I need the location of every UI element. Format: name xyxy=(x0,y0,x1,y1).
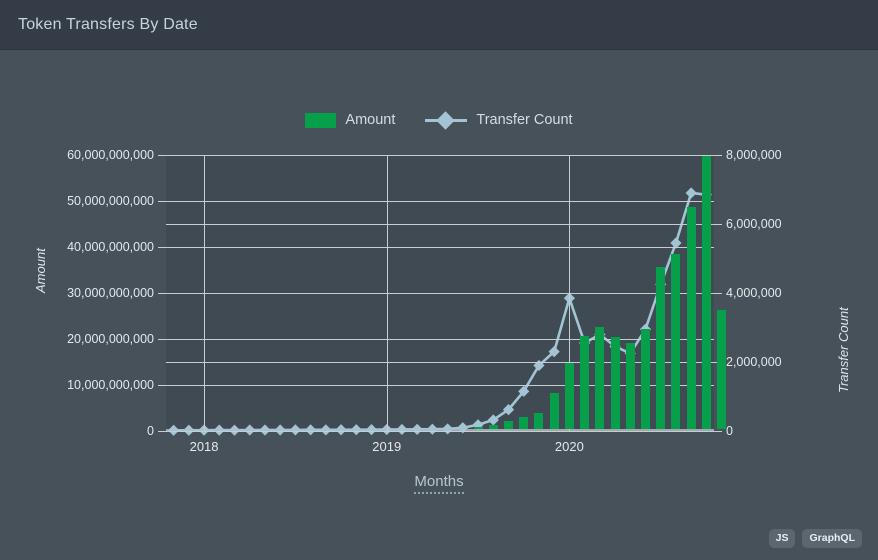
bar[interactable] xyxy=(534,412,544,429)
line-marker[interactable] xyxy=(685,187,697,199)
chart-page: Token Transfers By Date Amount Transfer … xyxy=(0,0,878,560)
y-axis-tick-left xyxy=(158,201,166,202)
bar[interactable] xyxy=(488,424,498,429)
bar[interactable] xyxy=(717,310,727,429)
legend-label-transfer-count: Transfer Count xyxy=(476,112,573,128)
y-axis-tick-right xyxy=(714,155,722,156)
line-marker[interactable] xyxy=(305,424,317,436)
bar[interactable] xyxy=(473,427,483,429)
y-axis-tick-left xyxy=(158,431,166,432)
badge-graphql[interactable]: GraphQL xyxy=(802,529,862,548)
bar[interactable] xyxy=(610,336,620,429)
y-axis-title-right: Transfer Count xyxy=(836,307,851,393)
bar[interactable] xyxy=(595,327,605,429)
gridline xyxy=(166,224,722,225)
bar[interactable] xyxy=(641,329,650,429)
line-marker[interactable] xyxy=(442,423,454,435)
x-axis-label: 2019 xyxy=(372,439,402,454)
y-axis-tick-left xyxy=(158,247,166,248)
y-axis-label-left: 60,000,000,000 xyxy=(67,148,154,162)
gridline xyxy=(158,201,714,202)
y-axis-tick-right xyxy=(714,431,722,432)
chart-container: Amount Transfer Count Amount Transfer Co… xyxy=(0,50,878,560)
y-axis-label-right: 0 xyxy=(726,424,733,438)
x-axis-label: 2018 xyxy=(189,439,219,454)
window-header: Token Transfers By Date xyxy=(0,0,878,50)
line-marker[interactable] xyxy=(259,424,271,436)
bar[interactable] xyxy=(564,363,574,429)
bar-swatch-icon xyxy=(305,112,337,128)
y-axis-tick-right xyxy=(714,293,722,294)
x-axis-tick xyxy=(386,155,388,431)
bar[interactable] xyxy=(549,392,559,429)
x-axis-tick xyxy=(204,155,206,431)
bar[interactable] xyxy=(625,343,635,429)
y-axis-tick-left xyxy=(158,293,166,294)
y-axis-tick-left xyxy=(158,155,166,156)
y-axis-tick-left xyxy=(158,339,166,340)
page-title: Token Transfers By Date xyxy=(18,15,198,33)
y-axis-label-left: 0 xyxy=(147,424,154,438)
line-marker-swatch-icon xyxy=(425,111,468,130)
gridline xyxy=(158,247,714,248)
bar[interactable] xyxy=(580,336,590,429)
gridline xyxy=(166,155,722,156)
y-axis-label-right: 2,000,000 xyxy=(726,355,782,369)
bar[interactable] xyxy=(519,417,529,429)
y-axis-tick-left xyxy=(158,385,166,386)
bar[interactable] xyxy=(701,155,711,429)
y-axis-label-right: 6,000,000 xyxy=(726,217,782,231)
line-marker[interactable] xyxy=(274,424,286,436)
bar[interactable] xyxy=(671,254,681,429)
badge-js[interactable]: JS xyxy=(768,529,796,548)
y-axis-label-left: 10,000,000,000 xyxy=(67,378,154,392)
legend-item-amount[interactable]: Amount xyxy=(305,112,395,128)
y-axis-label-right: 4,000,000 xyxy=(726,286,782,300)
tech-badges: JS GraphQL xyxy=(768,529,862,548)
y-axis-label-left: 30,000,000,000 xyxy=(67,286,154,300)
x-axis-title[interactable]: Months xyxy=(0,473,878,494)
line-marker[interactable] xyxy=(335,424,347,436)
bar[interactable] xyxy=(686,207,696,429)
y-axis-label-left: 50,000,000,000 xyxy=(67,194,154,208)
gridline xyxy=(166,293,722,294)
gridline xyxy=(166,431,722,432)
line-marker[interactable] xyxy=(350,424,362,436)
legend-item-transfer-count[interactable]: Transfer Count xyxy=(425,111,573,130)
y-axis-tick-right xyxy=(714,224,722,225)
x-axis-title-text: Months xyxy=(414,473,464,494)
y-axis-title-left: Amount xyxy=(33,248,48,293)
line-marker[interactable] xyxy=(426,423,438,435)
gridline xyxy=(158,339,714,340)
line-marker[interactable] xyxy=(396,423,408,436)
x-axis-label: 2020 xyxy=(554,439,584,454)
legend-label-amount: Amount xyxy=(345,112,396,128)
line-marker[interactable] xyxy=(289,424,301,436)
y-axis-label-right: 8,000,000 xyxy=(726,148,782,162)
bar[interactable] xyxy=(656,267,666,429)
line-marker[interactable] xyxy=(320,424,332,436)
line-marker[interactable] xyxy=(365,424,378,436)
line-marker[interactable] xyxy=(411,423,423,435)
y-axis-label-left: 20,000,000,000 xyxy=(67,332,154,346)
bar[interactable] xyxy=(504,421,513,429)
plot-area[interactable] xyxy=(158,155,727,436)
chart-legend: Amount Transfer Count xyxy=(0,111,878,130)
y-axis-label-left: 40,000,000,000 xyxy=(67,240,154,254)
